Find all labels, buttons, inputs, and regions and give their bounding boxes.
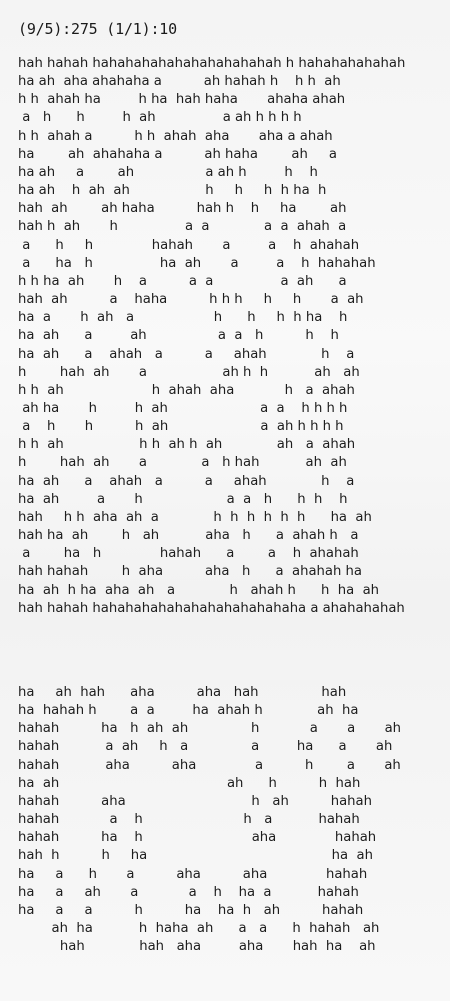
text-line: h h ahah a h h ahah aha aha a ahah — [18, 128, 333, 144]
text-line: h h ah h h ah h ah ah a ahah — [18, 437, 356, 453]
text-line: hahah aha h ah hahah — [18, 793, 372, 809]
text-line: hah h ah h a a a a ahah a — [18, 219, 347, 235]
text-line: ha ah a ah a a h h h — [18, 328, 339, 344]
text-line: ah ha h h ah a a h h h h — [18, 400, 348, 416]
text-page: (9/5):275 (1/1):10 hah hahah hahahahahah… — [0, 0, 450, 1001]
text-line: ha ah ahahaha a ah haha ah a — [18, 146, 337, 162]
text-line: ha a ah a a h ha a hahah — [18, 884, 359, 900]
text-line: hah h h ha ha ah — [18, 848, 373, 864]
text-line: hahah aha aha a h a ah — [18, 757, 401, 773]
text-line: hah hahah h aha aha h a ahahah ha — [18, 564, 362, 580]
text-line: hah h h aha ah a h h h h h h ha ah — [18, 509, 372, 525]
text-line: ha ah hah aha aha hah hah — [18, 685, 347, 700]
text-line: h hah ah a ah h h ah ah — [18, 364, 360, 380]
text-line: h h ahah ha h ha hah haha ahaha ahah — [18, 92, 346, 108]
text-line: a h h h ah a ah h h h h — [18, 110, 302, 126]
text-line: ha ah ah h h hah — [18, 775, 361, 791]
text-line: ha a h ah a h h h h ha h — [18, 310, 348, 326]
text-line: a ha h hahah a a h ahahah — [18, 546, 359, 562]
text-line: a ha h ha ah a a h hahahah — [18, 255, 376, 271]
text-block-bottom: ha ah hah aha aha hah hah ha hahah h a a … — [18, 684, 401, 956]
text-line: ha ah a ah a ah h h h — [18, 164, 318, 180]
text-line: a h h hahah a a h ahahah — [18, 237, 360, 253]
text-line: hah ha ah h ah aha h a ahah h a — [18, 528, 359, 544]
text-line: ha a h a aha aha hahah — [18, 866, 368, 882]
text-line: hah hahah hahahahahahahahahahahah h haha… — [18, 56, 406, 71]
text-line: ha ah a h a a h h h h — [18, 491, 348, 507]
text-line: hahah ha h ah ah h a a ah — [18, 721, 402, 737]
text-block-top: hah hahah hahahahahahahahahahahah h haha… — [18, 55, 405, 618]
text-line: h h ah h ahah aha h a ahah — [18, 382, 355, 398]
text-line: ha ah a ahah a a ahah h a — [18, 346, 355, 362]
text-line: hahah ha h aha hahah — [18, 830, 377, 846]
text-line: ha a a h ha ha h ah hahah — [18, 902, 364, 918]
text-line: hahah a ah h a a ha a ah — [18, 739, 393, 755]
text-line: h h ha ah h a a a a ah a — [18, 273, 347, 289]
text-line: hah hahah hahahahahahahahahahahahaha a a… — [18, 600, 405, 616]
text-line: h hah ah a a h hah ah ah — [18, 455, 347, 471]
text-line: hah ah a haha h h h h h a ah — [18, 292, 364, 308]
text-line: ha ah aha ahahaha a ah hahah h h h ah — [18, 74, 341, 90]
text-line: ha ah h ah ah h h h h ha h — [18, 183, 327, 199]
text-line: hah ah ah haha hah h h ha ah — [18, 201, 347, 217]
text-line: hahah a h h a hahah — [18, 812, 360, 828]
text-line: hah hah aha aha hah ha ah — [18, 939, 376, 955]
text-line: a h h h ah a ah h h h h — [18, 419, 344, 435]
status-line: (9/5):275 (1/1):10 — [18, 20, 177, 38]
text-line: ha ah a ahah a a ahah h a — [18, 473, 355, 489]
text-line: ha ah h ha aha ah a h ahah h h ha ah — [18, 582, 380, 598]
text-line: ha hahah h a a ha ahah h ah ha — [18, 703, 359, 719]
text-line: ah ha h haha ah a a h hahah ah — [18, 921, 380, 937]
